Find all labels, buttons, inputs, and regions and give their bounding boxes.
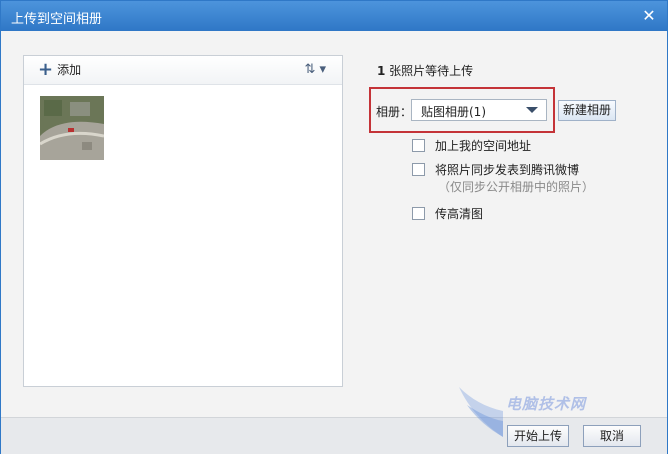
watermark-text: 电脑技术网 [506, 395, 587, 413]
checkbox[interactable] [412, 207, 425, 220]
sort-icon[interactable]: ⇅ ▾ [304, 61, 326, 79]
close-icon[interactable]: ✕ [639, 6, 659, 26]
cancel-button[interactable]: 取消 [583, 425, 641, 447]
new-album-button[interactable]: 新建相册 [558, 100, 616, 121]
option-hd-upload[interactable]: 传高清图 [412, 205, 483, 222]
add-photo-button[interactable]: + 添加 [38, 61, 81, 79]
photo-list-toolbar: + 添加 ⇅ ▾ [24, 56, 342, 85]
add-photo-label: 添加 [57, 63, 82, 77]
option-label: 传高清图 [435, 207, 484, 221]
checkbox[interactable] [412, 139, 425, 152]
plus-icon: + [38, 59, 54, 80]
album-selected-value: 贴图相册(1) [421, 105, 486, 119]
option-label: 加上我的空间地址 [435, 139, 532, 153]
photo-list-panel: + 添加 ⇅ ▾ [23, 55, 343, 387]
photo-thumbnail[interactable] [40, 96, 104, 160]
option-sync-weibo[interactable]: 将照片同步发表到腾讯微博 [412, 161, 579, 178]
option-add-space-address[interactable]: 加上我的空间地址 [412, 137, 531, 154]
watermark-wing-icon [459, 387, 503, 437]
upload-status-text: 张照片等待上传 [385, 64, 474, 78]
checkbox[interactable] [412, 163, 425, 176]
chevron-down-icon [526, 107, 538, 113]
option-label: 将照片同步发表到腾讯微博 [435, 163, 580, 177]
album-select[interactable]: 贴图相册(1) [411, 99, 547, 121]
window-title: 上传到空间相册 [11, 12, 103, 27]
upload-dialog: 上传到空间相册 ✕ + 添加 ⇅ ▾ 1 张照片等待上传 相册： 贴图相册(1)… [0, 0, 668, 454]
title-bar: 上传到空间相册 ✕ [1, 1, 667, 31]
album-label: 相册： [376, 105, 413, 119]
sync-note: （仅同步公开相册中的照片） [438, 180, 595, 194]
start-upload-button[interactable]: 开始上传 [507, 425, 569, 447]
upload-status: 1 张照片等待上传 [377, 62, 473, 79]
